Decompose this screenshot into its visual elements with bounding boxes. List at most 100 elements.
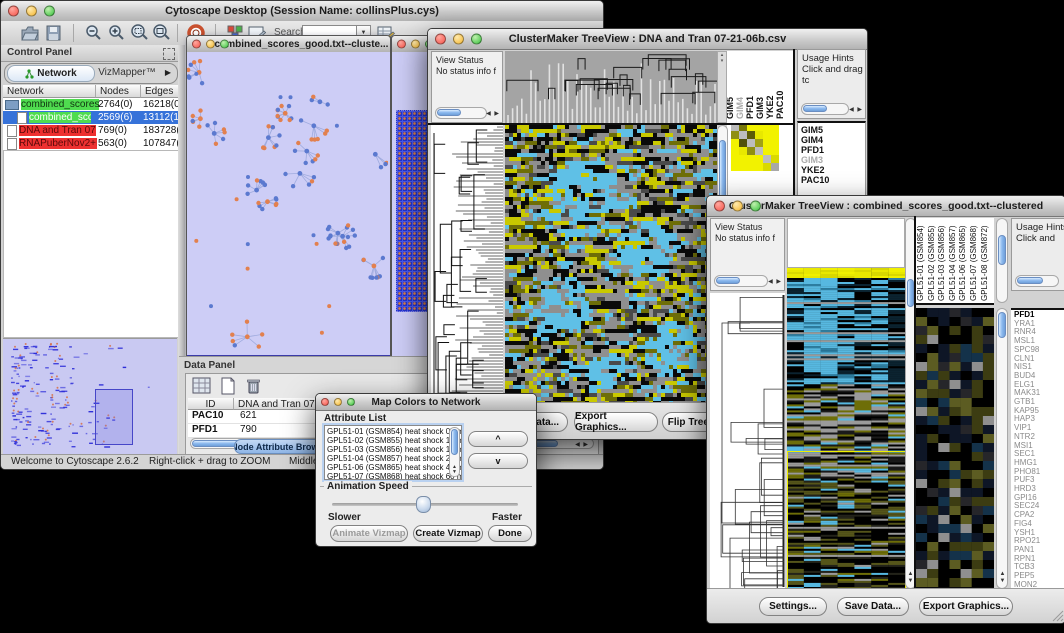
settings-button[interactable]: Settings... bbox=[759, 597, 827, 616]
minimize-icon[interactable] bbox=[206, 40, 215, 49]
tv1-global-heatmap[interactable] bbox=[505, 125, 717, 403]
window-controls[interactable] bbox=[8, 6, 55, 17]
tv2-gene-list[interactable]: PFD1YRA1RNR4MSL1SPC98CLN1NIS1BUD4ELG1MAK… bbox=[1011, 308, 1064, 589]
save-icon[interactable] bbox=[46, 25, 61, 41]
tv2-row-dendrogram[interactable] bbox=[710, 293, 785, 589]
scrollbar-thumb[interactable] bbox=[998, 312, 1006, 338]
tv1-gene-label[interactable]: PAC10 bbox=[801, 175, 865, 185]
minimize-icon[interactable] bbox=[411, 40, 420, 49]
close-icon[interactable] bbox=[714, 201, 725, 212]
open-file-icon[interactable] bbox=[21, 25, 39, 41]
tv1-gene-label[interactable]: GIM3 bbox=[801, 155, 865, 165]
tab-overflow-button[interactable]: ▶ bbox=[161, 65, 175, 80]
close-icon[interactable] bbox=[397, 40, 406, 49]
move-up-button[interactable]: ^ bbox=[468, 431, 528, 447]
resize-grip[interactable] bbox=[1051, 609, 1064, 622]
zoom-in-icon[interactable] bbox=[108, 24, 125, 41]
tv1-row-dendrogram[interactable] bbox=[431, 125, 503, 403]
network-tree-area[interactable] bbox=[3, 150, 179, 338]
zoom-icon[interactable] bbox=[471, 34, 482, 45]
export-graphics-button[interactable]: Export Graphics... bbox=[919, 597, 1013, 616]
export-graphics-button[interactable]: Export Graphics... bbox=[574, 412, 658, 432]
network-table-row[interactable]: RNAPuberNov2+I563(0)107847(0) bbox=[3, 137, 179, 150]
tv1-column-dendrogram[interactable] bbox=[505, 51, 717, 123]
attribute-list-item[interactable]: GPL51-03 (GSM856) heat shock 15 min bbox=[327, 445, 445, 454]
zoom-icon[interactable] bbox=[44, 6, 55, 17]
minimize-icon[interactable] bbox=[26, 6, 37, 17]
minimize-icon[interactable] bbox=[732, 201, 743, 212]
col-edges[interactable]: Edges bbox=[141, 85, 179, 98]
create-vizmap-button[interactable]: Create Vizmap bbox=[413, 525, 483, 542]
attribute-list-vscrollbar[interactable]: ▲▼ bbox=[449, 427, 460, 477]
row-value: 790 bbox=[240, 424, 257, 435]
tv1-zoom-cell bbox=[763, 163, 771, 171]
network-view-titlebar[interactable]: combined_scores_good.txt--cluste... bbox=[187, 36, 390, 53]
new-attribute-icon[interactable] bbox=[220, 377, 236, 395]
zoom-out-icon[interactable] bbox=[85, 24, 102, 41]
tv1-status-hscrollbar[interactable] bbox=[435, 107, 487, 119]
tv2-labels-vscrollbar[interactable] bbox=[996, 218, 1008, 303]
tv1-hints-hscrollbar[interactable] bbox=[801, 103, 849, 115]
animate-vizmap-button[interactable]: Animate Vizmap bbox=[330, 525, 408, 542]
tab-network[interactable]: Network bbox=[7, 65, 95, 82]
scrollbar-arrows[interactable]: ◀ ▶ bbox=[849, 106, 863, 113]
minimize-icon[interactable] bbox=[453, 34, 464, 45]
delete-attribute-trash-icon[interactable] bbox=[246, 377, 261, 395]
data-col-id[interactable]: ID bbox=[188, 398, 234, 410]
close-icon[interactable] bbox=[435, 34, 446, 45]
tv2-status-hscrollbar[interactable] bbox=[714, 275, 768, 287]
network-table-row[interactable]: combined_scores_2764(0)16218(0) bbox=[3, 98, 179, 111]
network-table-row[interactable]: combined_sco2569(6)13112(15) bbox=[3, 111, 179, 124]
scrollbar-thumb[interactable] bbox=[907, 279, 914, 307]
tv2-hints-hscrollbar[interactable] bbox=[1015, 275, 1059, 287]
scrollbar-arrows[interactable]: ▲▼ bbox=[451, 465, 458, 475]
scrollbar-arrows[interactable]: ▲▼ bbox=[907, 571, 914, 585]
zoom-selected-icon[interactable] bbox=[130, 24, 149, 41]
tab-node-attribute-browser[interactable]: Node Attribute Brows... bbox=[234, 439, 328, 454]
network-canvas[interactable] bbox=[187, 52, 390, 360]
col-nodes[interactable]: Nodes bbox=[96, 85, 141, 98]
attribute-list-item[interactable]: GPL51-04 (GSM857) heat shock 20 min bbox=[327, 454, 445, 463]
done-button[interactable]: Done bbox=[488, 525, 532, 542]
tv1-zoom-heatmap[interactable] bbox=[731, 123, 779, 171]
attribute-list-item[interactable]: GPL51-02 (GSM855) heat shock 10 min bbox=[327, 436, 445, 445]
move-down-button[interactable]: v bbox=[468, 453, 528, 469]
attribute-listbox[interactable]: GPL51-01 (GSM854) heat shock 05 minGPL51… bbox=[324, 425, 462, 480]
col-network[interactable]: Network bbox=[3, 85, 96, 98]
zoom-fit-icon[interactable] bbox=[152, 24, 171, 41]
zoom-icon[interactable] bbox=[220, 40, 229, 49]
tv1-gene-label[interactable]: GIM4 bbox=[801, 135, 865, 145]
scrollbar-arrows[interactable]: ◀ ▶ bbox=[768, 278, 782, 285]
attribute-list-item[interactable]: GPL51-06 (GSM865) heat shock 40 min bbox=[327, 463, 445, 472]
speed-slider-thumb[interactable] bbox=[416, 496, 431, 513]
float-panel-icon[interactable] bbox=[163, 48, 175, 60]
scrollbar-thumb[interactable] bbox=[998, 235, 1006, 265]
scrollbar-arrows[interactable]: ◀ ▶ bbox=[575, 441, 589, 448]
tv2-zoom-vscrollbar[interactable]: ▲▼ bbox=[996, 308, 1008, 589]
network-table-row[interactable]: DNA and Tran 07769(0)183728(0) bbox=[3, 124, 179, 137]
tv1-gene-label[interactable]: YKE2 bbox=[801, 165, 865, 175]
tv1-gene-label[interactable]: PFD1 bbox=[801, 145, 865, 155]
zoom-icon[interactable] bbox=[750, 201, 761, 212]
main-titlebar[interactable]: Cytoscape Desktop (Session Name: collins… bbox=[1, 1, 603, 22]
close-icon[interactable] bbox=[8, 6, 19, 17]
minimize-icon[interactable] bbox=[334, 398, 342, 406]
treeview1-titlebar[interactable]: ClusterMaker TreeView : DNA and Tran 07-… bbox=[428, 29, 867, 50]
tv1-zoom-cell bbox=[771, 163, 779, 171]
scrollbar-arrows[interactable]: ◀ ▶ bbox=[486, 110, 500, 117]
close-icon[interactable] bbox=[321, 398, 329, 406]
tab-vizmapper[interactable]: VizMapper™ bbox=[95, 65, 159, 80]
treeview2-titlebar[interactable]: ClusterMaker TreeView : combined_scores_… bbox=[707, 196, 1064, 217]
dialog-titlebar[interactable]: Map Colors to Network bbox=[316, 394, 536, 411]
attribute-list-item[interactable]: GPL51-07 (GSM868) heat shock 60 min bbox=[327, 472, 445, 480]
birdseye-view[interactable] bbox=[3, 338, 177, 455]
close-icon[interactable] bbox=[192, 40, 201, 49]
tv2-zoom-heatmap[interactable] bbox=[916, 308, 994, 589]
attribute-list-item[interactable]: GPL51-01 (GSM854) heat shock 05 min bbox=[327, 427, 445, 436]
tv1-gene-label[interactable]: GIM5 bbox=[801, 125, 865, 135]
select-attributes-icon[interactable] bbox=[192, 377, 212, 395]
zoom-icon[interactable] bbox=[347, 398, 355, 406]
birdseye-viewport-rect[interactable] bbox=[95, 389, 133, 445]
scrollbar-arrows[interactable]: ▲▼ bbox=[999, 571, 1006, 585]
save-data-button[interactable]: Save Data... bbox=[837, 597, 909, 616]
